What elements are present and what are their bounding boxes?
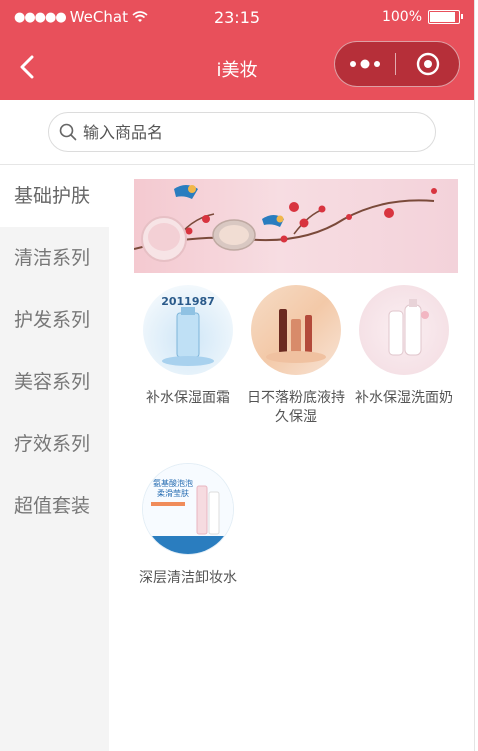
mini-program-capsule bbox=[334, 41, 460, 87]
product-name: 深层清洁卸妆水 bbox=[139, 570, 237, 586]
product-image: 氨基酸泡泡 柔滑莹肤 bbox=[142, 463, 234, 555]
nav-bar: i美妆 bbox=[0, 34, 474, 100]
thumb-number: 2011987 bbox=[161, 295, 215, 308]
status-bar: ●●●●● WeChat 23:15 100% bbox=[0, 0, 474, 34]
product-card[interactable]: 氨基酸泡泡 柔滑莹肤 深层清洁卸妆水 bbox=[134, 463, 242, 588]
product-name: 补水保湿面霜 bbox=[146, 390, 230, 406]
product-image bbox=[251, 285, 341, 375]
sidebar-item-cleansing[interactable]: 清洁系列 bbox=[0, 227, 109, 289]
thumb-line-1: 氨基酸泡泡 bbox=[153, 478, 193, 488]
search-box[interactable] bbox=[48, 112, 436, 152]
sidebar-item-beauty[interactable]: 美容系列 bbox=[0, 351, 109, 413]
sidebar-item-value-set[interactable]: 超值套装 bbox=[0, 475, 109, 537]
more-button[interactable] bbox=[335, 59, 395, 69]
product-card[interactable]: 2011987 补水保湿面霜 bbox=[134, 285, 242, 408]
search-input[interactable] bbox=[81, 121, 405, 143]
close-mini-program-button[interactable] bbox=[396, 52, 459, 76]
product-card[interactable]: 日不落粉底液持久保湿 bbox=[242, 285, 350, 427]
product-card[interactable]: 补水保湿洗面奶 bbox=[350, 285, 458, 408]
product-name: 补水保湿洗面奶 bbox=[355, 390, 453, 406]
category-sidebar: 基础护肤 清洁系列 护发系列 美容系列 疗效系列 超值套装 bbox=[0, 165, 109, 751]
banner-illustration bbox=[134, 185, 437, 262]
battery-indicator: 100% bbox=[381, 9, 463, 25]
battery-icon bbox=[428, 10, 463, 24]
thumb-line-2: 柔滑莹肤 bbox=[157, 488, 189, 498]
product-name: 日不落粉底液持久保湿 bbox=[247, 390, 345, 425]
promo-banner[interactable] bbox=[134, 179, 458, 273]
product-content: 2011987 补水保湿面霜 日不落粉底液持久保湿 补水保湿洗面奶 氨基酸泡泡 … bbox=[109, 165, 474, 751]
product-image: 2011987 bbox=[143, 285, 233, 375]
sidebar-item-treatment[interactable]: 疗效系列 bbox=[0, 413, 109, 475]
product-image bbox=[359, 285, 449, 375]
sidebar-item-haircare[interactable]: 护发系列 bbox=[0, 289, 109, 351]
more-dots-icon bbox=[350, 59, 380, 69]
target-circle-icon bbox=[416, 52, 439, 76]
window-edge bbox=[474, 0, 478, 751]
battery-percent: 100% bbox=[381, 9, 422, 25]
sidebar-item-basic-skincare[interactable]: 基础护肤 bbox=[0, 165, 109, 227]
search-area bbox=[0, 100, 474, 165]
search-icon bbox=[59, 123, 77, 141]
